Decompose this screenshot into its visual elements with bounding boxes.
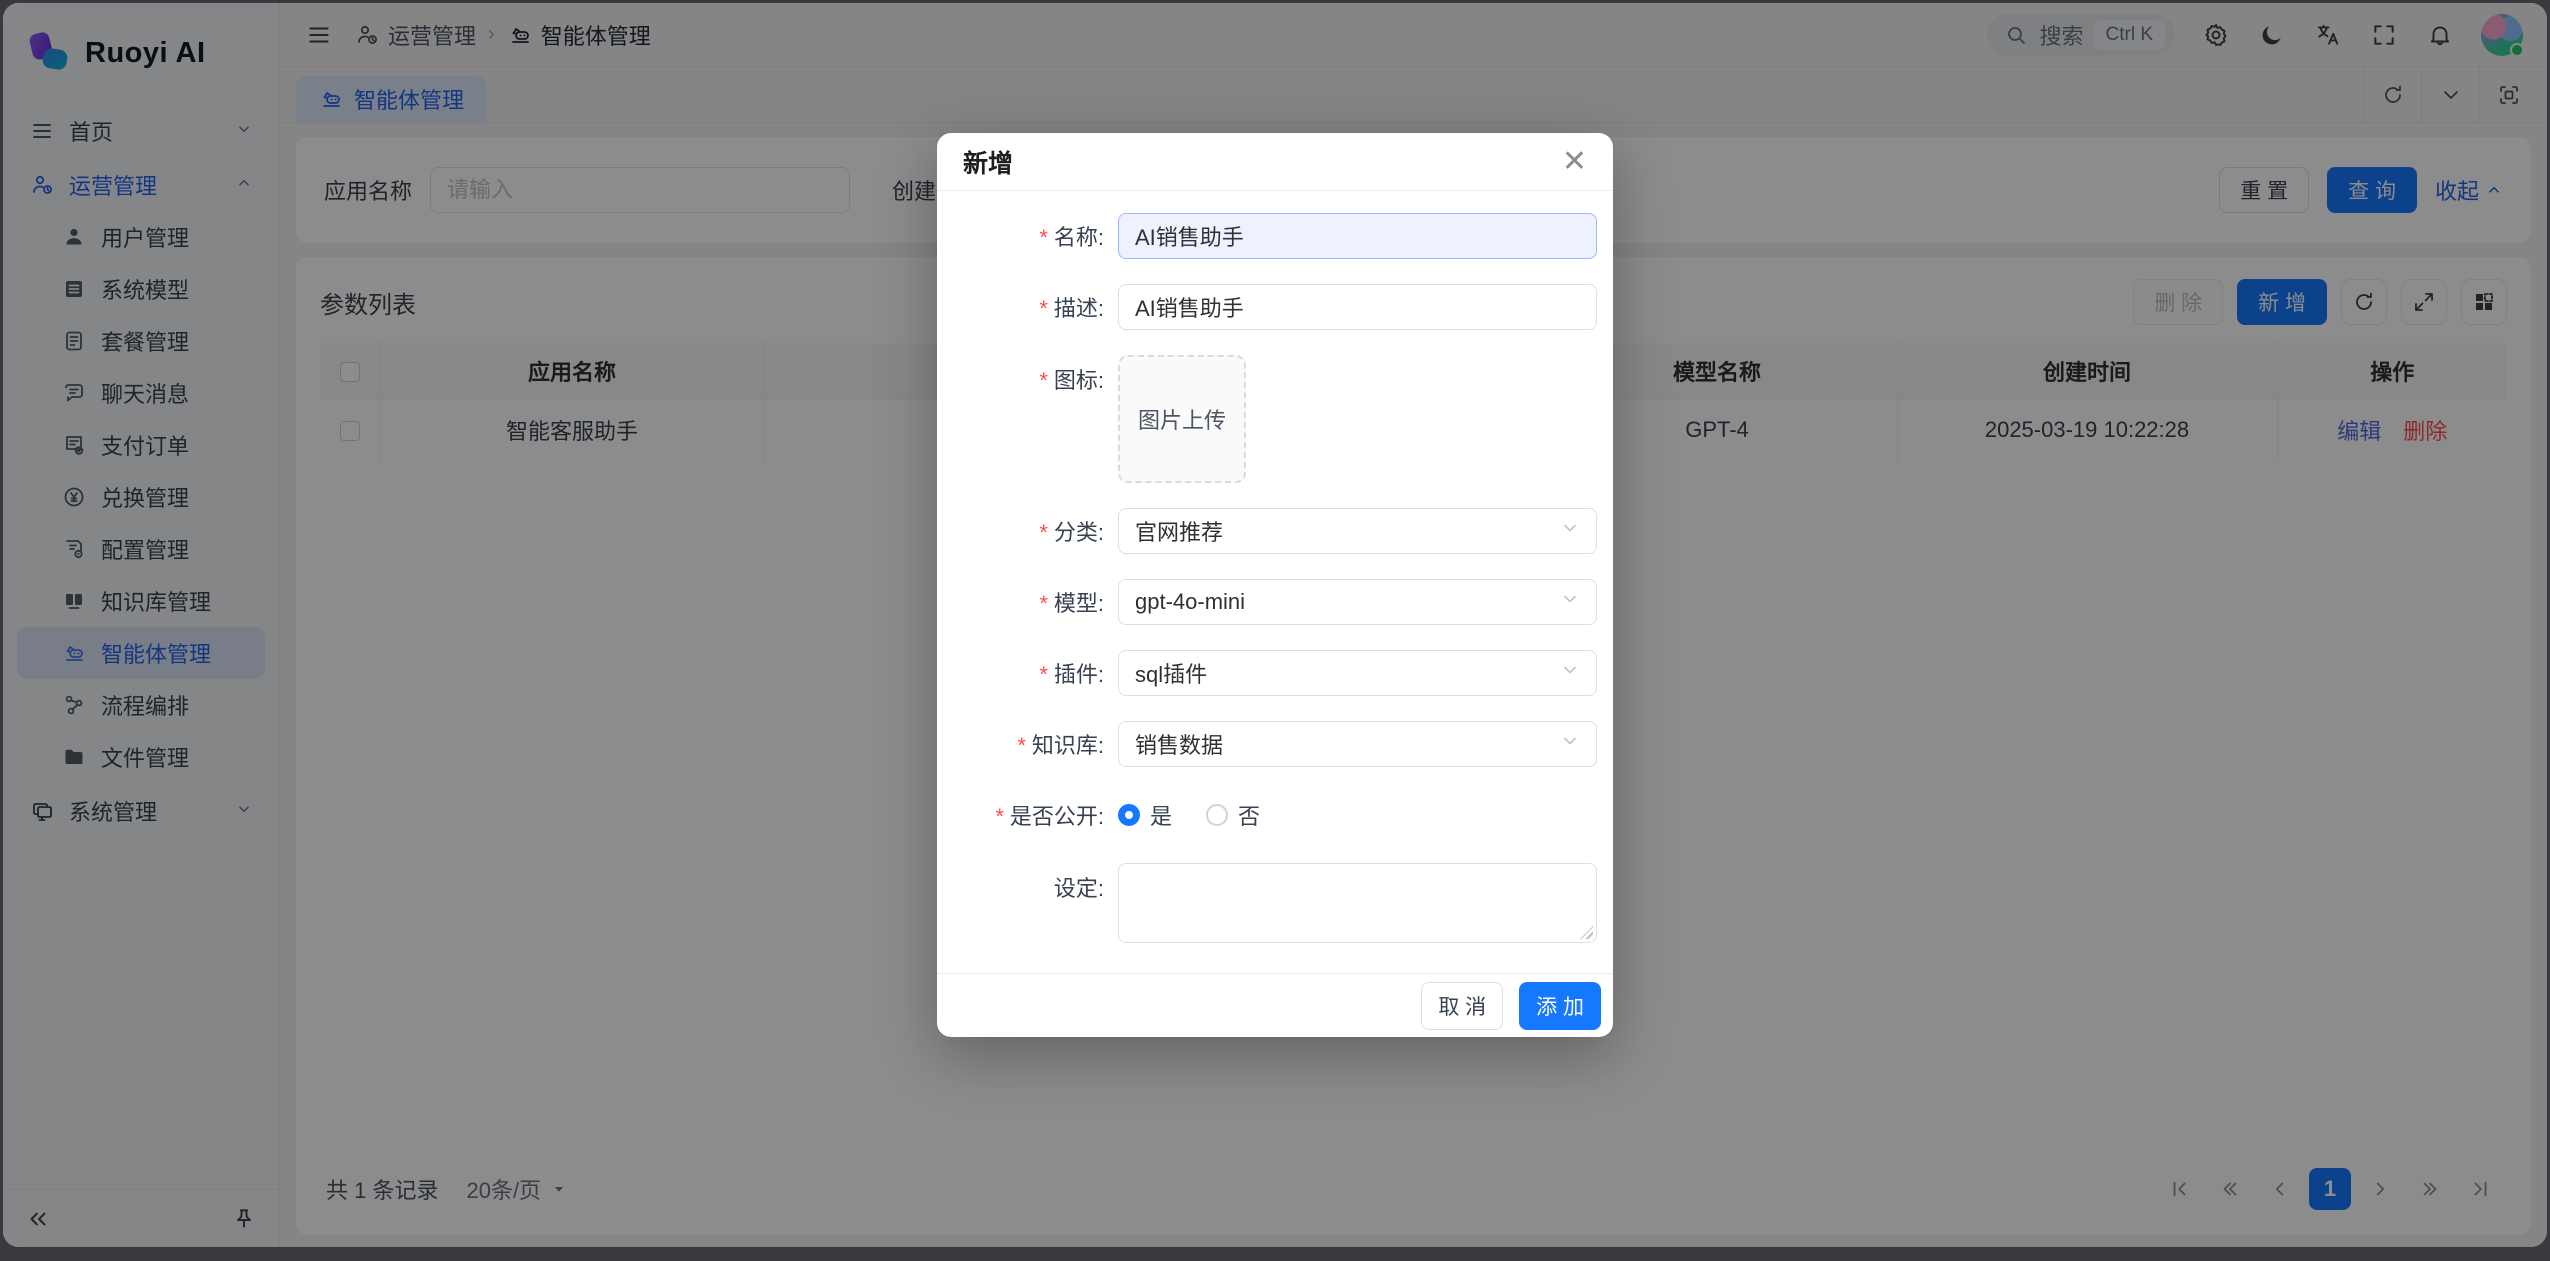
field-category: 分类: 官网推荐 xyxy=(937,508,1597,554)
desktop-backdrop: Ruoyi AI 首页 运营管理 用户管理 系统模型 xyxy=(0,0,2550,1261)
image-upload-box[interactable]: 图片上传 xyxy=(1118,355,1246,483)
radio-label: 是 xyxy=(1150,799,1172,831)
description-field-input[interactable] xyxy=(1118,284,1597,330)
public-field-label: 是否公开: xyxy=(937,799,1118,831)
upload-text: 图片上传 xyxy=(1138,403,1226,435)
cancel-button[interactable]: 取 消 xyxy=(1421,982,1503,1030)
modal-title: 新增 xyxy=(963,144,1013,180)
icon-field-label: 图标: xyxy=(937,355,1118,395)
settings-field-label: 设定: xyxy=(937,863,1118,903)
knowledge-base-select[interactable]: 销售数据 xyxy=(1118,721,1597,767)
field-icon: 图标: 图片上传 xyxy=(937,355,1597,483)
public-radio-group: 是 否 xyxy=(1118,792,1597,838)
field-model: 模型: gpt-4o-mini xyxy=(937,579,1597,625)
app-window: Ruoyi AI 首页 运营管理 用户管理 系统模型 xyxy=(3,3,2547,1247)
chevron-down-icon xyxy=(1560,731,1580,757)
modal-body: 名称: 描述: 图标: 图片上传 分类: 官网推荐 xyxy=(937,191,1613,959)
name-field-input[interactable] xyxy=(1118,213,1597,259)
field-knowledge-base: 知识库: 销售数据 xyxy=(937,721,1597,767)
radio-unselected-icon xyxy=(1206,804,1228,826)
kb-field-label: 知识库: xyxy=(937,728,1118,760)
category-select[interactable]: 官网推荐 xyxy=(1118,508,1597,554)
model-select[interactable]: gpt-4o-mini xyxy=(1118,579,1597,625)
field-plugin: 插件: sql插件 xyxy=(937,650,1597,696)
chevron-down-icon xyxy=(1560,660,1580,686)
chevron-down-icon xyxy=(1560,589,1580,615)
add-agent-modal: 新增 ✕ 名称: 描述: 图标: 图片上传 分类: xyxy=(937,133,1613,1037)
field-description: 描述: xyxy=(937,284,1597,330)
close-icon[interactable]: ✕ xyxy=(1562,147,1587,177)
modal-footer: 取 消 添 加 xyxy=(937,973,1613,1037)
field-settings: 设定: xyxy=(937,863,1597,943)
plugin-select[interactable]: sql插件 xyxy=(1118,650,1597,696)
settings-textarea[interactable] xyxy=(1118,863,1597,943)
modal-header: 新增 ✕ xyxy=(937,133,1613,191)
radio-label: 否 xyxy=(1238,799,1260,831)
plugin-field-label: 插件: xyxy=(937,657,1118,689)
plugin-value: sql插件 xyxy=(1135,657,1560,689)
public-yes-radio[interactable]: 是 xyxy=(1118,799,1172,831)
kb-value: 销售数据 xyxy=(1135,728,1560,760)
name-field-label: 名称: xyxy=(937,220,1118,252)
field-name: 名称: xyxy=(937,213,1597,259)
model-value: gpt-4o-mini xyxy=(1135,589,1560,615)
public-no-radio[interactable]: 否 xyxy=(1206,799,1260,831)
chevron-down-icon xyxy=(1560,518,1580,544)
submit-add-button[interactable]: 添 加 xyxy=(1519,982,1601,1030)
radio-selected-icon xyxy=(1118,804,1140,826)
category-field-label: 分类: xyxy=(937,515,1118,547)
description-field-label: 描述: xyxy=(937,291,1118,323)
field-is-public: 是否公开: 是 否 xyxy=(937,792,1597,838)
model-field-label: 模型: xyxy=(937,586,1118,618)
category-value: 官网推荐 xyxy=(1135,515,1560,547)
